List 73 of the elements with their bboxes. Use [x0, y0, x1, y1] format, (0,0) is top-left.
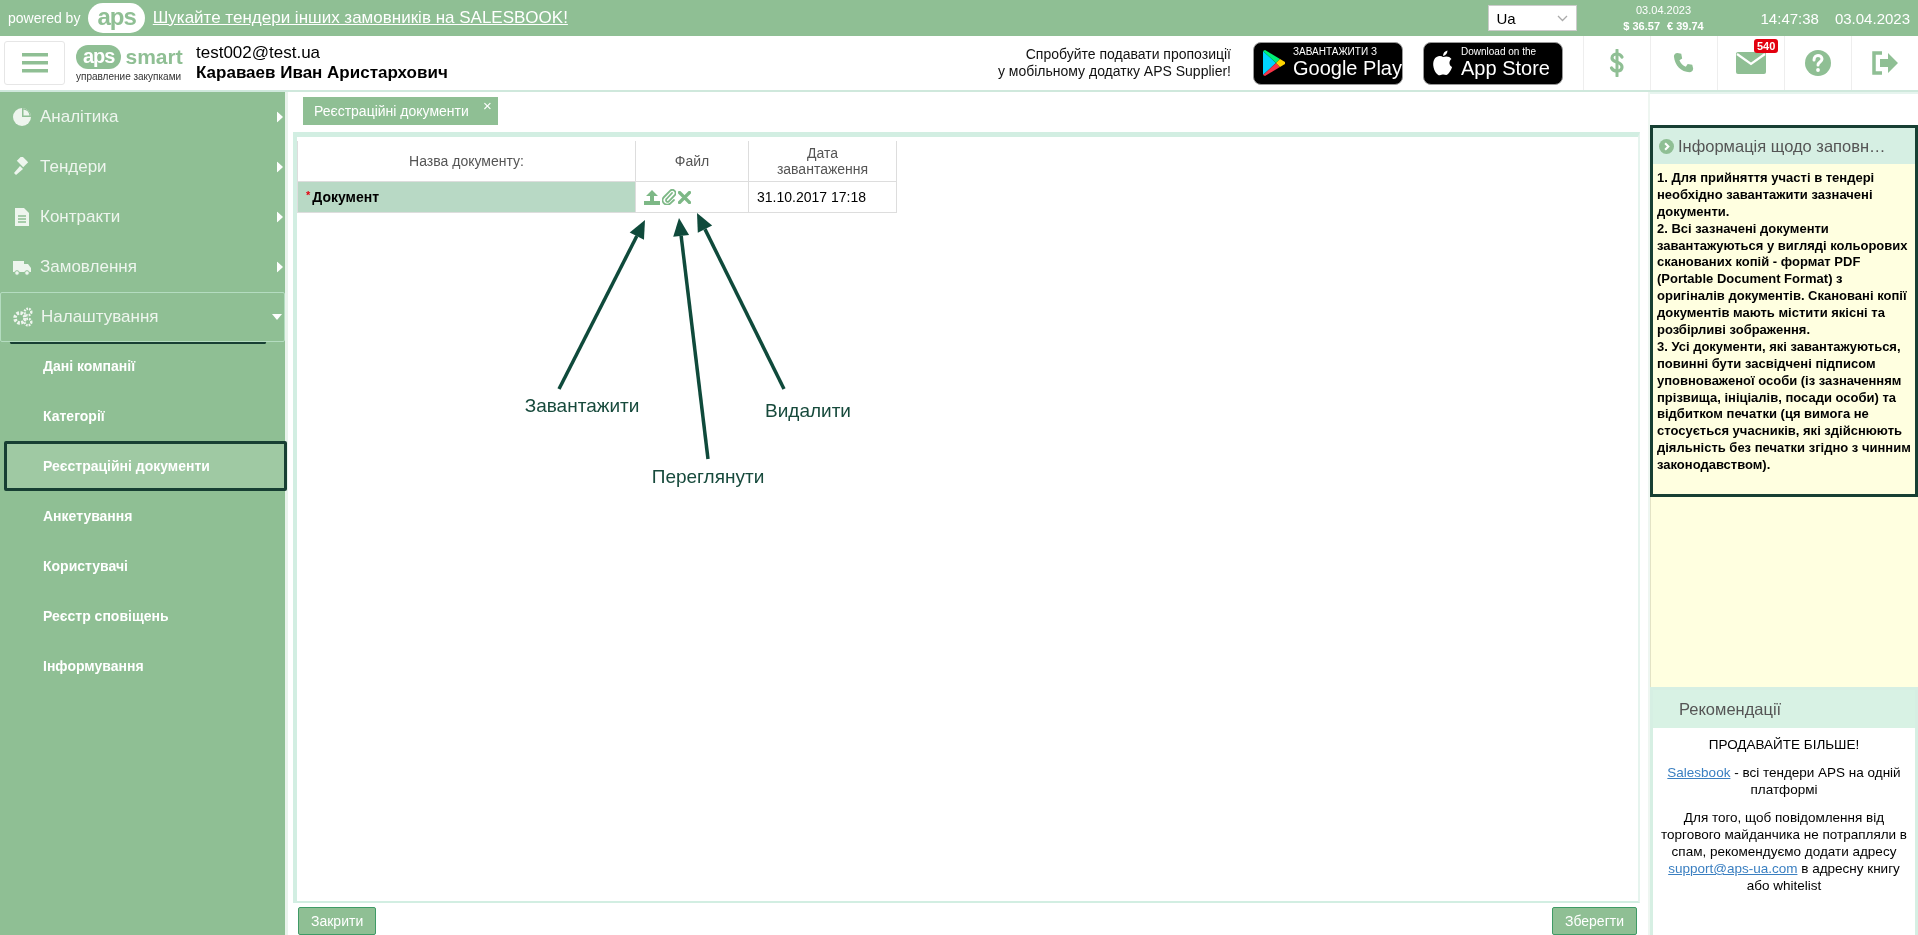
column-header: Дата завантаження — [748, 141, 897, 182]
caret-right-icon — [277, 211, 283, 223]
aps-logo[interactable]: aps — [88, 3, 145, 33]
delete-icon[interactable] — [678, 190, 691, 204]
salesbook-link[interactable]: Salesbook — [1667, 765, 1731, 780]
sidebar-item[interactable]: Замовлення — [0, 242, 285, 292]
column-header: Назва документу: — [297, 141, 636, 182]
caret-right-icon — [277, 261, 283, 273]
sidebar-item[interactable]: Налаштування — [0, 292, 285, 342]
sidebar-subitem[interactable]: Інформування — [4, 641, 287, 691]
sidebar-subitem[interactable]: Категорії — [4, 391, 287, 441]
sidebar-subitem[interactable]: Реєстр сповіщень — [4, 591, 287, 641]
recommendations-title: Рекомендації — [1653, 690, 1915, 728]
info-panel-title: Інформація щодо заповн… — [1678, 136, 1886, 156]
sidebar-subitem[interactable]: Користувачі — [4, 541, 287, 591]
clock-time: 14:47:38 — [1760, 9, 1819, 27]
sidebar-item[interactable]: Аналітика — [0, 92, 285, 142]
save-button[interactable]: Зберегти — [1552, 907, 1637, 935]
column-header: Файл — [635, 141, 749, 182]
play-icon — [1262, 50, 1286, 76]
sidebar-item[interactable]: Контракти — [0, 192, 285, 242]
recommendation-text: Salesbook - всі тендери APS на одній платформі — [1666, 764, 1902, 798]
menu-button[interactable] — [4, 41, 65, 85]
logo-word: smart — [125, 44, 183, 69]
table-cell: 31.10.2017 17:18 — [748, 181, 897, 213]
upload-icon[interactable] — [644, 189, 660, 205]
tab[interactable]: Реєстраційні документи × — [303, 97, 498, 125]
table-cell: *Документ — [297, 181, 636, 213]
usd-rate: $ 36.57 — [1623, 20, 1661, 32]
sidebar-subitem[interactable]: Реєстраційні документи — [4, 441, 287, 491]
current-date: 03.04.2023 — [1834, 9, 1910, 27]
mail-icon — [1736, 52, 1766, 74]
menu-icon — [21, 53, 48, 73]
info-text: 1. Для прийняття участі в тендері необхідно завантажити зазначені документи. 2. Всі зазначені документи завантажуються у вигляді кольорових сканованих копій - формат PDF (Portable Document Format) з оригіналів документів. Скановані копії документів мають містити якісні та розбірливі зображення. 3. Усі документи, які завантажуються, повинні бути засвідчені підписом уповноваженої особи (із зазначенням прізвища, ініціалів, посади особи) та відбитком печатки (ця вимога не стосується учасників, які здійснюють діяльність без печатки згідно з чинним законодавством). — [1656, 169, 1912, 475]
recommendation-headline: ПРОДАВАЙТЕ БІЛЬШЕ! — [1707, 736, 1861, 753]
promo-text: у мобільному додатку APS Supplier! — [997, 63, 1231, 80]
notification-badge: 540 — [1754, 39, 1779, 53]
close-tab-button[interactable]: × — [483, 98, 492, 113]
user-name: Караваев Иван Аристархович — [196, 63, 448, 83]
sidebar-item[interactable]: Тендери — [0, 142, 285, 192]
email-link[interactable]: support@aps-ua.com — [1668, 861, 1798, 876]
store-badge[interactable]: Download on the App Store — [1423, 41, 1563, 85]
sidebar-subitem[interactable]: Дані компанії — [4, 341, 287, 391]
phone-icon — [1673, 52, 1695, 74]
chevron-down-icon — [1556, 14, 1568, 22]
paperclip-icon[interactable] — [662, 189, 676, 205]
logout-icon — [1871, 51, 1899, 75]
annotation-label: Переглянути — [651, 466, 765, 488]
document-icon — [12, 207, 32, 227]
rates-date: 03.04.2023 — [1636, 4, 1692, 16]
salesbook-link[interactable]: Шукайте тендери інших замовників на SALESBOOK! — [152, 8, 568, 28]
sidebar-subitem[interactable]: Анкетування — [4, 491, 287, 541]
annotation-label: Видалити — [765, 400, 851, 422]
apple-icon — [1432, 50, 1454, 76]
logo-mark: aps — [76, 44, 122, 69]
caret-down-icon — [272, 314, 282, 320]
powered-by-label: powered by — [8, 10, 81, 26]
caret-right-icon — [277, 111, 283, 123]
user-email: test002@test.ua — [196, 43, 322, 63]
annotation-label: Завантажити — [524, 395, 640, 417]
eur-rate: € 39.74 — [1667, 20, 1704, 32]
language-select[interactable]: Ua — [1487, 5, 1577, 31]
caret-right-icon — [277, 161, 283, 173]
promo-text: Спробуйте подавати пропозиції — [1025, 46, 1231, 63]
recommendation-text: Для того, щоб повідомлення від торгового майданчика не потрапляли в спам, рекомендуємо додати адресу support@aps-ua.com в адресну книгу або whitelist — [1659, 809, 1909, 894]
close-button[interactable]: Закрити — [298, 907, 377, 935]
help-icon — [1805, 50, 1831, 76]
pie-chart-icon — [12, 107, 32, 127]
store-badge[interactable]: ЗАВАНТАЖИТИ З Google Play — [1253, 41, 1403, 85]
chevron-circle-icon[interactable] — [1659, 138, 1674, 154]
gears-icon — [13, 307, 33, 327]
dollar-icon — [1609, 49, 1625, 77]
logo-tagline: управление закупками — [76, 70, 183, 82]
